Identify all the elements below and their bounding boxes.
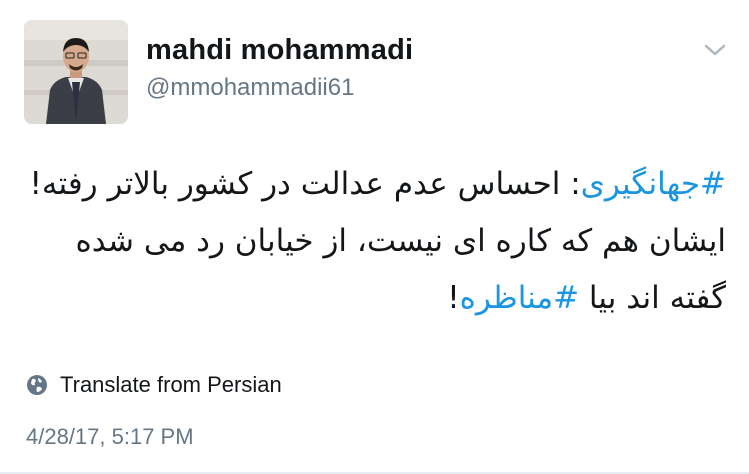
chevron-down-icon[interactable]	[700, 40, 730, 60]
globe-icon	[27, 375, 47, 395]
hashtag-link[interactable]: #جهانگیری	[581, 166, 726, 202]
avatar[interactable]	[24, 20, 128, 124]
translate-label[interactable]: Translate from Persian	[60, 372, 282, 398]
tweet-text-segment: !	[447, 280, 460, 316]
tweet-timestamp[interactable]: 4/28/17, 5:17 PM	[26, 424, 194, 450]
translate-link[interactable]: Translate from Persian	[26, 370, 282, 400]
hashtag-link[interactable]: #مناظره	[460, 280, 579, 316]
display-name[interactable]: mahdi mohammadi	[146, 34, 413, 67]
tweet-text: #جهانگیری: احساس عدم عدالت در کشور بالات…	[20, 156, 726, 327]
user-handle[interactable]: @mmohammadii61	[146, 74, 354, 102]
